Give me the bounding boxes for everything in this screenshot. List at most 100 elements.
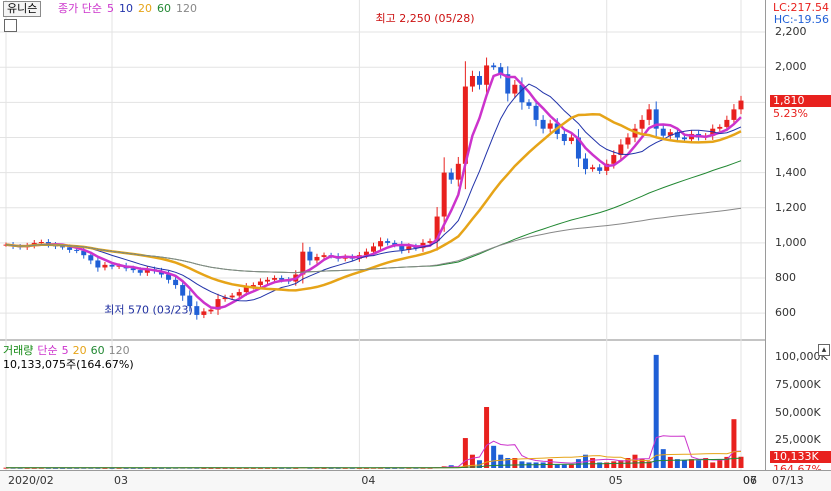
volume-bar [491,445,497,468]
vol-legend-1: 단순 [37,344,58,357]
current-volume-badge: 10,133K [770,450,831,463]
candle-body [264,279,270,282]
volume-bar [533,462,539,468]
candle-body [561,133,567,141]
volume-bar [632,454,638,468]
vol-legend-3: 20 [72,344,87,357]
panel-collapse-icon[interactable]: ▴ [818,344,830,356]
candle-body [201,311,207,315]
vol-legend-5: 120 [108,344,130,357]
candle-body [74,249,80,251]
price-tick: 600 [775,306,796,320]
stock-name-box[interactable]: 유니슨 [3,1,42,17]
candle-body [236,292,242,296]
hc-value: HC:-19.56 [773,13,829,26]
ma-legend: 종가 단순 5 10 20 60 120 [58,1,202,17]
time-tick: 07 [743,474,757,487]
candle-body [477,75,483,85]
candle-body [441,172,447,217]
candle-body [469,75,475,87]
candle-body [731,109,737,120]
candle-body [681,137,687,140]
price-tick: 2,200 [775,25,807,39]
volume-value: 10,133,075주(164.67%) [3,358,134,371]
candle-body [378,241,384,247]
volume-bar [689,459,695,468]
legend-0: 종가 단순 [58,2,102,15]
candle-body [547,123,553,129]
candle-body [597,167,603,171]
volume-tick: 50,000K [775,405,821,419]
candle-body [257,281,263,286]
candle-body [448,172,454,180]
volume-bar [611,461,617,468]
candle-body [208,309,214,312]
volume-bar [554,464,560,468]
volume-bar [484,407,490,468]
vol-ma20-line [6,451,742,469]
price-volume-chart[interactable]: 최고 2,250 (05/28) 최저 570 (03/23) [0,0,831,490]
price-tick: 1,600 [775,130,807,144]
volume-bar [590,458,596,468]
volume-bar [681,460,687,468]
candle-body [583,158,589,170]
candle-body [568,137,574,141]
candle-body [455,163,461,180]
candle-body [625,137,631,145]
grid-toggle-icon[interactable] [4,19,17,32]
candle-body [180,285,186,296]
candle-body [109,264,115,267]
volume-bar [498,454,504,468]
candle-body [137,270,143,273]
legend-5: 120 [175,2,197,15]
volume-bar [731,419,737,468]
candle-body [102,264,108,268]
volume-bar [667,456,673,468]
moving-average-series [5,72,742,310]
candle-body [229,295,235,298]
candle-body [272,278,278,280]
time-tick: 07/13 [772,474,804,487]
volume-bar [696,460,702,468]
candle-body [194,306,200,315]
price-tick: 1,000 [775,235,807,249]
legend-4: 60 [156,2,171,15]
legend-2: 10 [118,2,133,15]
grid-layer [0,0,765,470]
candle-body [173,279,179,286]
vol-legend-0: 거래량 [3,344,34,357]
volume-bar [540,462,546,468]
volume-tick: 25,000K [775,433,821,447]
volume-bar [547,459,553,468]
current-price-badge: 1,810 [770,94,831,107]
candle-body [660,128,666,136]
candle-body [512,84,518,94]
candle-body [371,246,376,252]
high-annotation: 최고 2,250 (05/28) [376,12,475,25]
volume-tick: 75,000K [775,377,821,391]
volume-bar [462,438,468,468]
volume-bar [618,460,624,468]
time-tick: 2020/02 [8,474,54,487]
volume-bar [653,354,659,468]
time-tick: 04 [361,474,376,487]
candle-body [717,126,723,129]
change-pct: 5.23% [773,106,808,120]
candle-body [38,242,44,244]
volume-bar [710,462,716,468]
volume-legend: 거래량 단순 5 20 60 120 [3,344,134,358]
time-tick: 03 [114,474,128,487]
candle-body [385,241,391,243]
candle-body [590,167,596,170]
candle-body [526,102,532,106]
lc-hc-readout: LC:217.54 HC:-19.56 [773,2,829,26]
candle-body [540,119,546,129]
price-tick: 2,000 [775,60,807,74]
candle-body [95,260,101,268]
candle-body [491,65,497,68]
candle-body [724,119,730,127]
candle-body [738,100,744,110]
candle-body [533,105,539,120]
time-tick: 05 [608,474,623,487]
volume-bar [660,449,666,468]
